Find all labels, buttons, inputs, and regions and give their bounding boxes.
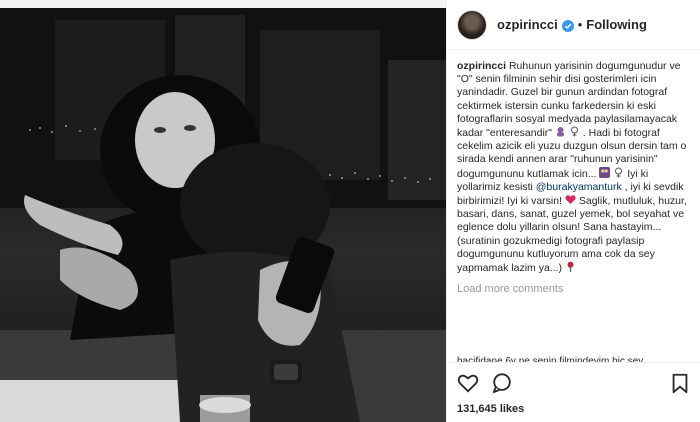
comment-icon[interactable]: [491, 372, 513, 394]
bookmark-icon[interactable]: [669, 372, 691, 394]
instagram-post-view: ozpirincci • Following ozpirincci Ruhunu…: [0, 0, 700, 422]
post-photo[interactable]: [0, 0, 446, 422]
verified-badge-icon: [561, 19, 574, 32]
post-actions-bar: [447, 362, 700, 402]
heart-icon[interactable]: [457, 372, 479, 394]
header-separator: •: [577, 17, 583, 32]
likes-count[interactable]: 131,645 likes: [457, 403, 524, 415]
couple-emoji-icon: [599, 166, 611, 178]
post-header: ozpirincci • Following: [447, 0, 700, 50]
following-button[interactable]: Following: [586, 17, 647, 32]
load-more-comments-link[interactable]: Load more comments: [457, 283, 690, 296]
female-sign-icon: [613, 167, 624, 178]
post-caption: ozpirincci Ruhunun yarisinin dogumgunudu…: [447, 50, 700, 330]
female-sign-icon: [569, 126, 580, 137]
red-heart-emoji-icon: [565, 194, 576, 205]
post-side-panel: ozpirincci • Following ozpirincci Ruhunu…: [446, 0, 700, 422]
photo-illustration: [0, 8, 446, 422]
rose-emoji-icon: [565, 261, 576, 273]
username-link[interactable]: ozpirincci: [497, 17, 558, 32]
mention-link[interactable]: @burakyamanturk: [536, 181, 622, 193]
woman-emoji-icon: [555, 126, 566, 137]
caption-username[interactable]: ozpirincci: [457, 60, 506, 72]
avatar[interactable]: [457, 9, 487, 40]
